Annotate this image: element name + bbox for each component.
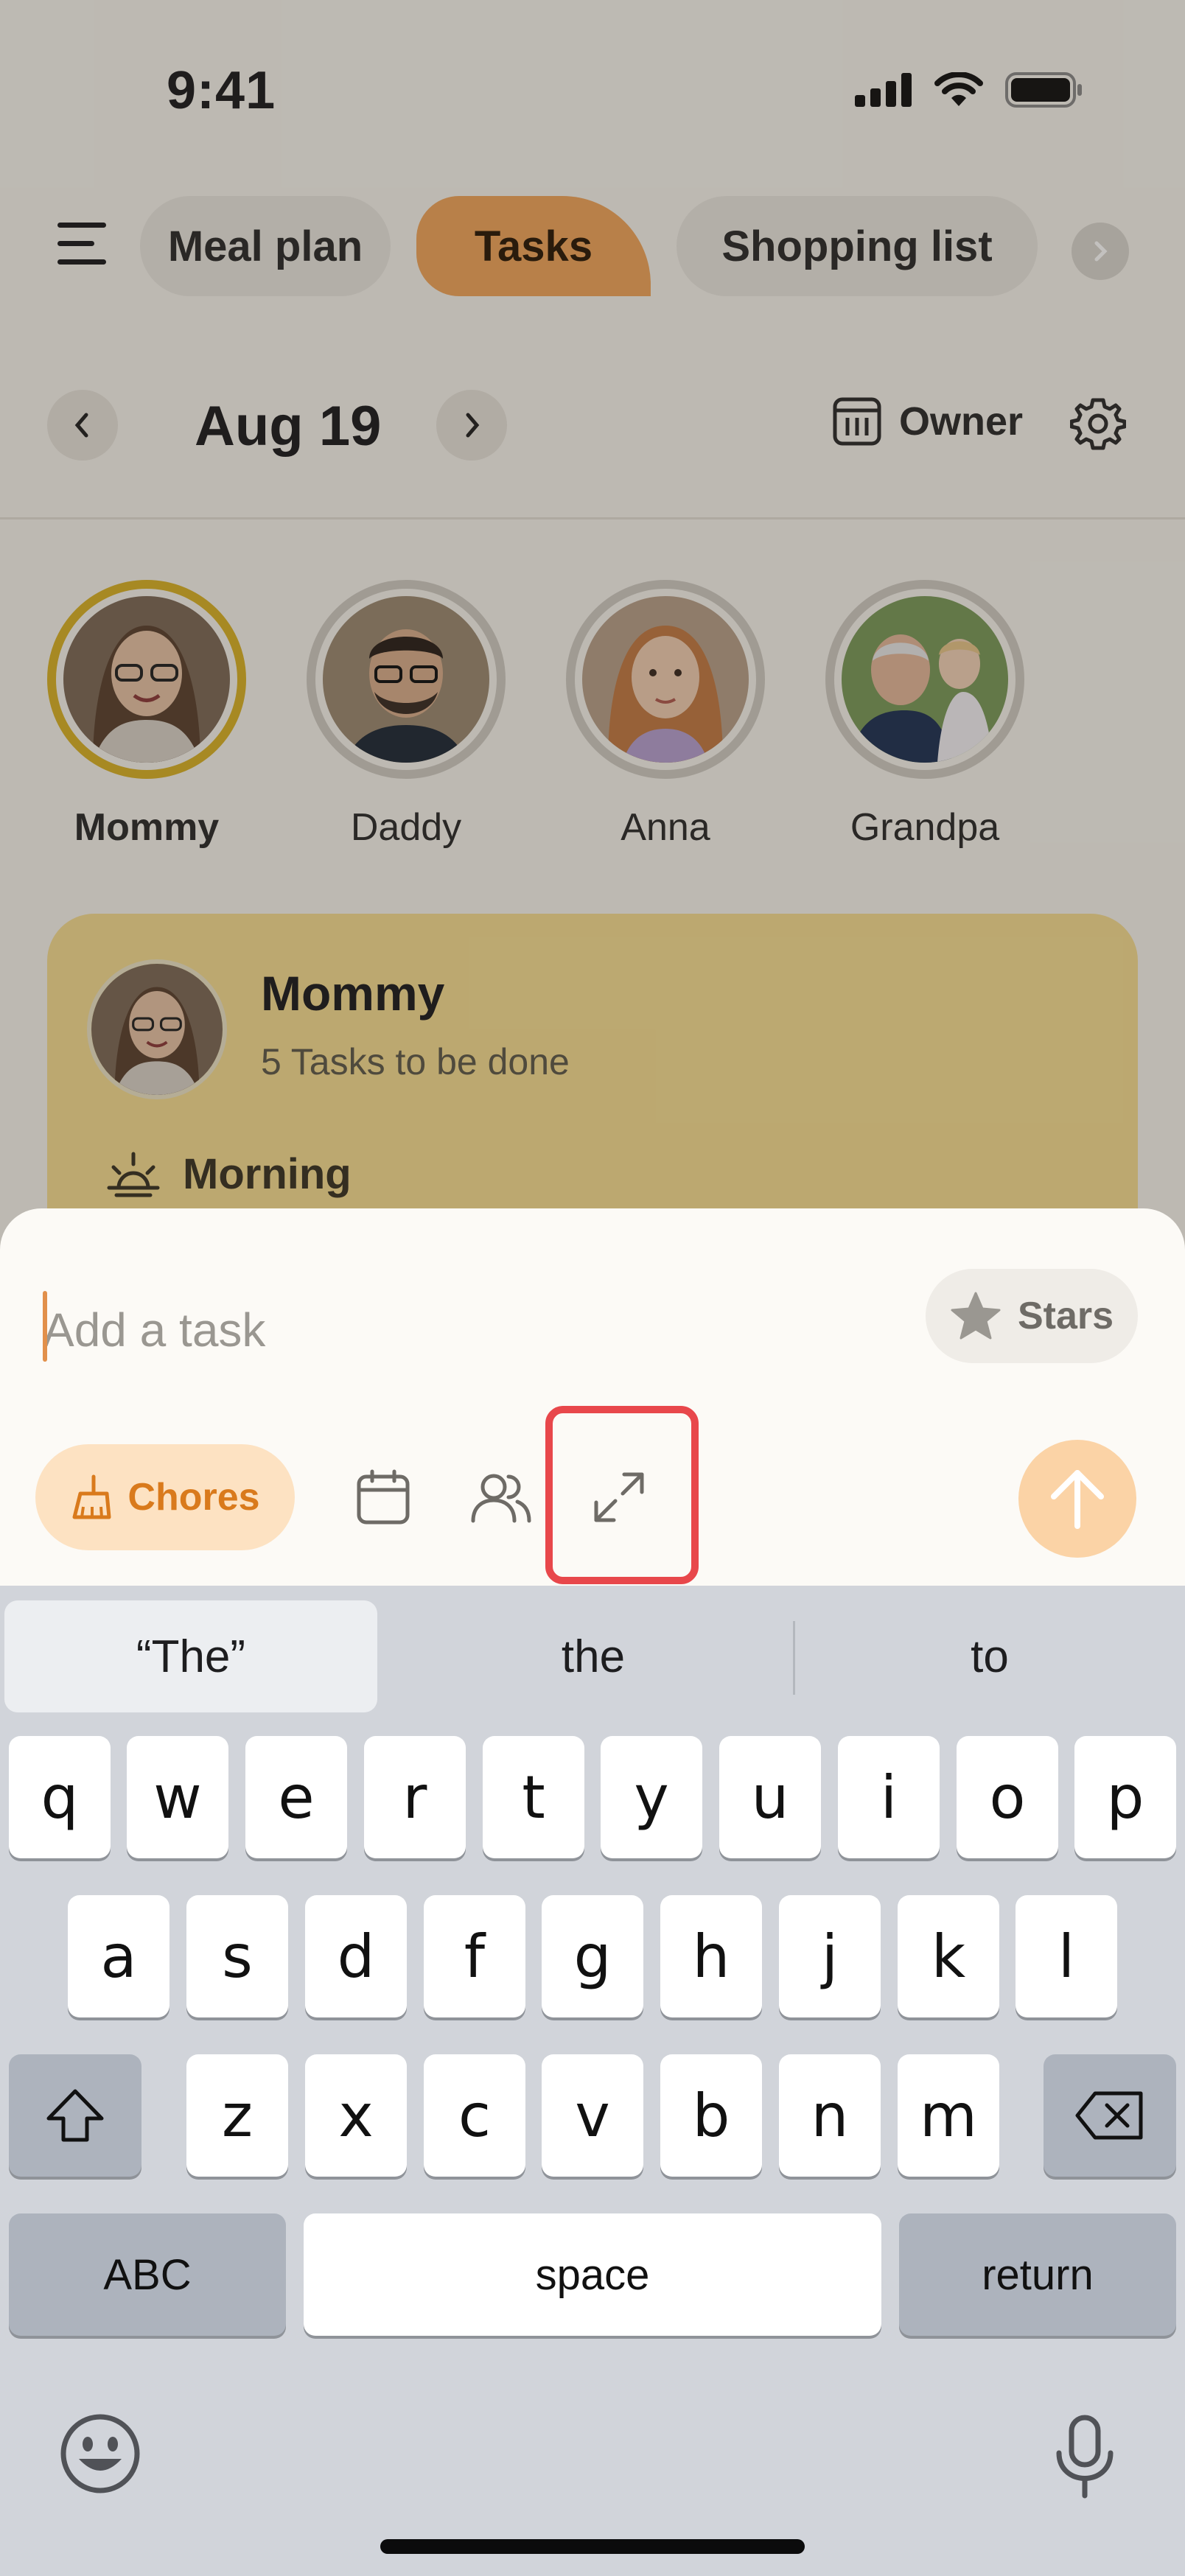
key-y[interactable]: y — [601, 1736, 702, 1858]
key-v[interactable]: v — [542, 2054, 643, 2177]
key-l[interactable]: l — [1016, 1895, 1117, 2017]
arrow-up-icon — [1051, 1470, 1104, 1529]
category-label: Chores — [127, 1476, 260, 1519]
suggestion-2[interactable]: the — [398, 1600, 789, 1712]
calendar-icon — [357, 1469, 410, 1525]
key-z[interactable]: z — [186, 2054, 288, 2177]
key-p[interactable]: p — [1074, 1736, 1176, 1858]
key-k[interactable]: k — [898, 1895, 999, 2017]
dictation-button[interactable] — [1041, 2409, 1129, 2505]
key-c[interactable]: c — [424, 2054, 525, 2177]
keyboard: “The” the to q w e r t y u i o p a s d f… — [0, 1586, 1185, 2576]
key-x[interactable]: x — [305, 2054, 407, 2177]
emoji-button[interactable] — [56, 2409, 144, 2498]
key-t[interactable]: t — [483, 1736, 584, 1858]
key-i[interactable]: i — [838, 1736, 940, 1858]
abc-key[interactable]: ABC — [9, 2213, 286, 2336]
broom-icon — [72, 1474, 111, 1519]
key-f[interactable]: f — [424, 1895, 525, 2017]
assignees-button[interactable] — [457, 1453, 545, 1541]
task-input[interactable] — [43, 1289, 853, 1371]
star-icon — [951, 1292, 1001, 1340]
key-e[interactable]: e — [245, 1736, 347, 1858]
suggestion-1[interactable]: “The” — [4, 1600, 377, 1712]
key-s[interactable]: s — [186, 1895, 288, 2017]
people-icon — [471, 1474, 531, 1523]
microphone-icon — [1056, 2415, 1114, 2499]
stars-button[interactable]: Stars — [926, 1269, 1138, 1363]
home-indicator[interactable] — [380, 2539, 805, 2554]
category-chip-chores[interactable]: Chores — [35, 1444, 295, 1550]
delete-key[interactable] — [1044, 2054, 1176, 2177]
key-o[interactable]: o — [957, 1736, 1058, 1858]
key-r[interactable]: r — [364, 1736, 466, 1858]
suggestion-bar: “The” the to — [0, 1586, 1185, 1718]
emoji-icon — [60, 2414, 140, 2493]
highlight-box — [545, 1406, 699, 1584]
shift-icon — [46, 2089, 104, 2142]
suggestion-3[interactable]: to — [794, 1600, 1185, 1712]
key-g[interactable]: g — [542, 1895, 643, 2017]
text-cursor — [43, 1291, 47, 1362]
key-m[interactable]: m — [898, 2054, 999, 2177]
return-key[interactable]: return — [899, 2213, 1176, 2336]
stars-label: Stars — [1017, 1295, 1114, 1337]
modal-scrim[interactable] — [0, 0, 1185, 1253]
key-n[interactable]: n — [779, 2054, 881, 2177]
space-key[interactable]: space — [304, 2213, 881, 2336]
key-u[interactable]: u — [719, 1736, 821, 1858]
key-j[interactable]: j — [779, 1895, 881, 2017]
key-q[interactable]: q — [9, 1736, 111, 1858]
send-task-button[interactable] — [1018, 1440, 1136, 1558]
key-a[interactable]: a — [68, 1895, 169, 2017]
key-h[interactable]: h — [660, 1895, 762, 2017]
key-d[interactable]: d — [305, 1895, 407, 2017]
shift-key[interactable] — [9, 2054, 141, 2177]
key-w[interactable]: w — [127, 1736, 228, 1858]
key-b[interactable]: b — [660, 2054, 762, 2177]
backspace-icon — [1075, 2091, 1143, 2140]
due-date-button[interactable] — [339, 1453, 427, 1541]
add-task-sheet: Stars Chores — [0, 1208, 1185, 1592]
